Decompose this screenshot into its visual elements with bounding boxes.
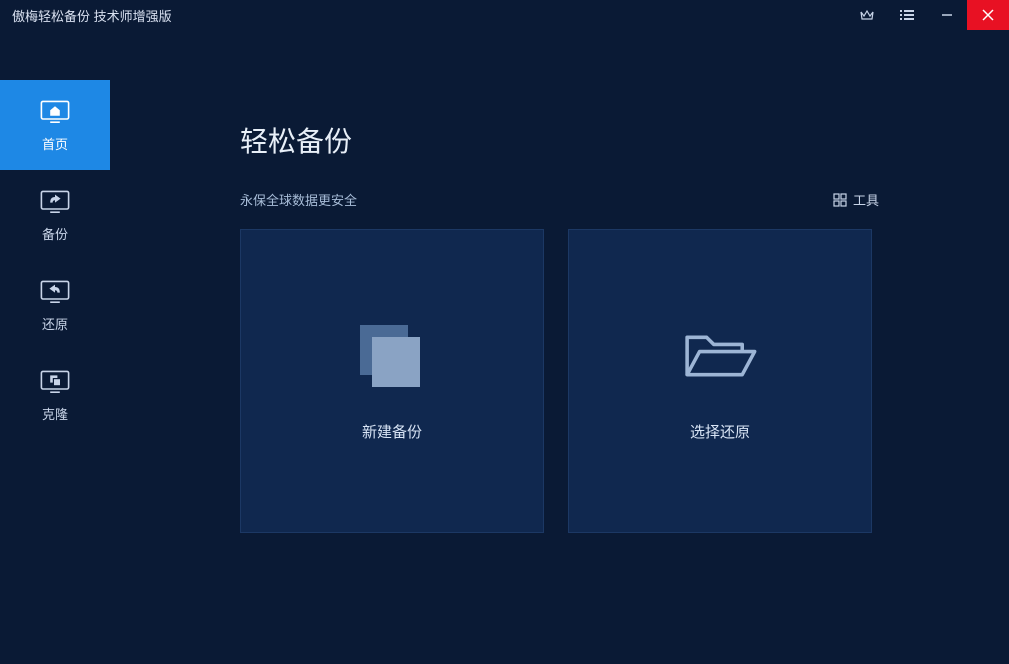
minimize-button[interactable]: [927, 0, 967, 30]
menu-list-icon: [900, 9, 914, 21]
card-label: 选择还原: [690, 421, 750, 442]
titlebar-controls: [847, 0, 1009, 30]
sidebar-item-clone[interactable]: 克隆: [0, 350, 110, 440]
stacked-files-icon: [352, 321, 432, 391]
sidebar-item-restore[interactable]: 还原: [0, 260, 110, 350]
card-new-backup[interactable]: 新建备份: [240, 229, 544, 533]
sidebar-item-home[interactable]: 首页: [0, 80, 110, 170]
card-label: 新建备份: [362, 421, 422, 442]
menu-button[interactable]: [887, 0, 927, 30]
tools-link[interactable]: 工具: [833, 190, 879, 209]
sidebar-item-label: 首页: [42, 134, 68, 153]
close-icon: [982, 9, 994, 21]
minimize-icon: [941, 9, 953, 21]
grid-icon: [833, 193, 847, 207]
crown-icon: [860, 9, 874, 21]
app-title: 傲梅轻松备份 技术师增强版: [12, 6, 847, 25]
close-button[interactable]: [967, 0, 1009, 30]
crown-button[interactable]: [847, 0, 887, 30]
sidebar-item-label: 还原: [42, 314, 68, 333]
sidebar: 首页 备份 还原 克隆: [0, 30, 110, 664]
backup-monitor-icon: [39, 188, 71, 214]
main-content: 轻松备份 永保全球数据更安全 工具 新建备份: [110, 30, 1009, 664]
card-select-restore[interactable]: 选择还原: [568, 229, 872, 533]
clone-monitor-icon: [39, 368, 71, 394]
sidebar-item-label: 克隆: [42, 404, 68, 423]
sidebar-item-label: 备份: [42, 224, 68, 243]
page-title: 轻松备份: [240, 120, 879, 160]
cards-row: 新建备份 选择还原: [240, 229, 879, 533]
restore-monitor-icon: [39, 278, 71, 304]
titlebar: 傲梅轻松备份 技术师增强版: [0, 0, 1009, 30]
page-subtitle: 永保全球数据更安全: [240, 190, 357, 209]
subtitle-row: 永保全球数据更安全 工具: [240, 190, 879, 209]
folder-open-icon: [680, 321, 760, 391]
tools-label: 工具: [853, 190, 879, 209]
home-monitor-icon: [39, 98, 71, 124]
sidebar-item-backup[interactable]: 备份: [0, 170, 110, 260]
